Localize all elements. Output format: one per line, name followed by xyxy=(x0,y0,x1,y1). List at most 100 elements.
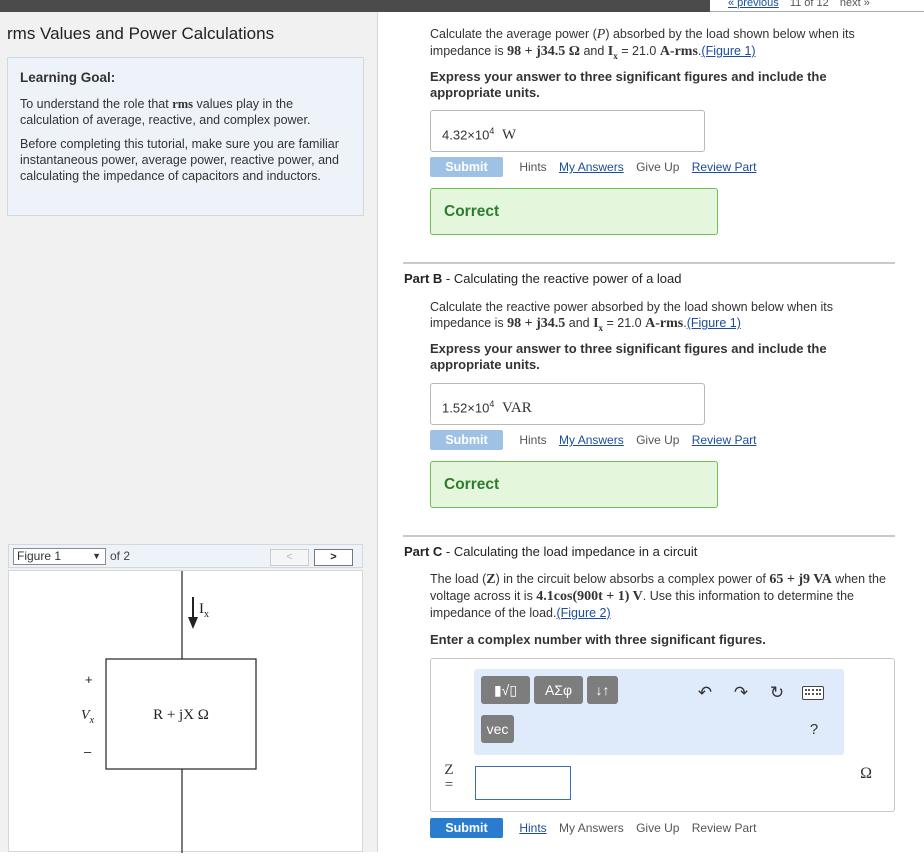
part-a-question: Calculate the average power (P) absorbed… xyxy=(430,26,885,64)
left-panel: rms Values and Power Calculations Learni… xyxy=(0,12,378,853)
greek-symbols-button[interactable]: ΑΣφ xyxy=(534,676,583,704)
part-b-hints-link[interactable]: Hints xyxy=(519,430,546,450)
part-b-review-part-link[interactable]: Review Part xyxy=(692,430,757,450)
part-a-q-1: Calculate the average power ( xyxy=(430,27,597,41)
sort-icon[interactable]: ↓↑ xyxy=(587,676,618,704)
part-a-answer-mantissa: 4.32×10 xyxy=(442,127,490,143)
part-b-label: Part B xyxy=(404,271,443,286)
part-b-answer-mantissa: 1.52×10 xyxy=(442,400,490,416)
part-c-instruction: Enter a complex number with three signif… xyxy=(430,632,766,647)
part-c-q-1: The load ( xyxy=(430,572,487,586)
part-b-my-answers-link[interactable]: My Answers xyxy=(559,430,624,450)
part-b-question: Calculate the reactive power absorbed by… xyxy=(430,299,870,336)
learning-goal-text: To understand the role that rms values p… xyxy=(20,96,351,128)
part-c-title-text: - Calculating the load impedance in a ci… xyxy=(442,544,698,559)
chevron-down-icon: ▼ xyxy=(92,551,101,561)
learning-goal-box: Learning Goal: To understand the role th… xyxy=(7,57,364,216)
part-c-my-answers-link[interactable]: My Answers xyxy=(559,818,624,838)
part-c-title: Part C - Calculating the load impedance … xyxy=(404,544,697,559)
figure-count: of 2 xyxy=(110,549,131,563)
complex-power-value: 65 + j9 VA xyxy=(769,572,832,587)
impedance-input[interactable] xyxy=(475,766,571,800)
ix-symbol: Ix xyxy=(593,316,604,333)
part-a-hints-link[interactable]: Hints xyxy=(519,157,546,177)
help-icon[interactable]: ? xyxy=(804,721,824,738)
voltage-label: Vx xyxy=(81,708,95,726)
part-a-my-answers-link[interactable]: My Answers xyxy=(559,157,624,177)
figure-2-link[interactable]: (Figure 2) xyxy=(556,606,610,620)
prerequisites-text: Before completing this tutorial, make su… xyxy=(20,137,339,183)
minus-sign: – xyxy=(84,744,92,759)
current-label: Ix xyxy=(199,601,209,620)
vec-button[interactable]: vec xyxy=(481,715,514,743)
part-a-answer-unit: W xyxy=(502,127,517,144)
z-var: Z xyxy=(486,572,496,587)
rms-term: rms xyxy=(172,97,194,111)
impedance-value: 98 + j34.5 xyxy=(507,316,566,331)
part-c-question: The load (Z) in the circuit below absorb… xyxy=(430,571,895,621)
part-b-answer-unit: VAR xyxy=(502,400,532,417)
component-label: R + jX Ω xyxy=(153,707,209,723)
impedance-value: 98 + j34.5 Ω xyxy=(507,44,580,59)
divider xyxy=(403,262,895,264)
part-b-q-2: and xyxy=(565,316,594,330)
answer-editor: ▮√▯ ΑΣφ ↓↑ vec ↶ ↷ ↻ ? Z = Ω xyxy=(430,658,895,812)
redo-icon[interactable]: ↷ xyxy=(731,683,751,703)
templates-button[interactable]: ▮√▯ xyxy=(481,676,530,704)
current-unit: A-rms xyxy=(659,44,698,59)
figure-canvas: Ix R + jX Ω + Vx – xyxy=(8,570,363,853)
main-content: Calculate the average power (P) absorbed… xyxy=(379,12,924,852)
part-a-submit-button[interactable]: Submit xyxy=(430,157,503,177)
part-a-instruction: Express your answer to three significant… xyxy=(430,69,827,100)
figure-1-link[interactable]: (Figure 1) xyxy=(701,44,755,58)
part-b-give-up-link[interactable]: Give Up xyxy=(636,430,679,450)
figure-select-value: Figure 1 xyxy=(17,549,62,563)
keyboard-icon[interactable] xyxy=(802,686,824,700)
reset-icon[interactable]: ↻ xyxy=(767,683,787,703)
next-link[interactable]: next » xyxy=(840,0,870,9)
learning-goal-heading: Learning Goal: xyxy=(20,70,116,85)
pagination: « previous 11 of 12 next » xyxy=(710,0,924,12)
figure-1-link[interactable]: (Figure 1) xyxy=(687,316,741,330)
part-a-actions: Submit Hints My Answers Give Up Review P… xyxy=(430,157,765,177)
voltage-value: 4.1cos(900t + 1) V xyxy=(536,589,643,604)
page-title: rms Values and Power Calculations xyxy=(7,24,275,43)
ohm-unit: Ω xyxy=(860,765,872,782)
part-b-title: Part B - Calculating the reactive power … xyxy=(404,271,681,286)
top-bar: « previous 11 of 12 next » xyxy=(0,0,924,12)
part-c-hints-link[interactable]: Hints xyxy=(519,818,546,838)
plus-sign: + xyxy=(85,672,93,687)
part-b-submit-button[interactable]: Submit xyxy=(430,430,503,450)
ix-symbol: Ix xyxy=(607,44,618,61)
undo-icon[interactable]: ↶ xyxy=(695,683,715,703)
part-b-instruction: Express your answer to three significant… xyxy=(430,341,827,372)
page-position: 11 of 12 xyxy=(789,0,829,9)
part-c-q-2: ) in the circuit below absorbs a complex… xyxy=(495,572,770,586)
figure-select[interactable]: Figure 1 ▼ xyxy=(13,548,106,565)
part-a-correct-feedback: Correct xyxy=(430,188,718,235)
current-unit: A-rms xyxy=(645,316,684,331)
current-arrow-icon xyxy=(188,617,198,629)
part-a-give-up-link[interactable]: Give Up xyxy=(636,157,679,177)
part-b-answer-field[interactable]: 1.52×104 VAR xyxy=(430,383,705,425)
divider xyxy=(403,535,895,537)
z-label: Z = xyxy=(443,763,455,793)
part-a-q-3: and xyxy=(579,44,608,58)
part-a-answer-field[interactable]: 4.32×104 W xyxy=(430,110,705,152)
part-a-review-part-link[interactable]: Review Part xyxy=(692,157,757,177)
z-var-label: Z xyxy=(444,762,454,778)
figure-toolbar: Figure 1 ▼ of 2 < > xyxy=(8,544,363,568)
part-b-q-3: = 21.0 xyxy=(603,316,646,330)
part-b-title-text: - Calculating the reactive power of a lo… xyxy=(442,271,682,286)
part-b-answer-exponent: 4 xyxy=(489,399,495,409)
part-c-review-part-link[interactable]: Review Part xyxy=(692,818,757,838)
part-c-submit-button[interactable]: Submit xyxy=(430,818,503,838)
part-b-actions: Submit Hints My Answers Give Up Review P… xyxy=(430,430,765,450)
part-c-label: Part C xyxy=(404,544,443,559)
learning-goal-text-start: To understand the role that xyxy=(20,97,173,111)
previous-link[interactable]: « previous xyxy=(728,0,779,9)
figure-prev-button[interactable]: < xyxy=(270,549,309,566)
figure-next-button[interactable]: > xyxy=(314,549,353,566)
part-c-give-up-link[interactable]: Give Up xyxy=(636,818,679,838)
part-a-answer-exponent: 4 xyxy=(489,126,495,136)
